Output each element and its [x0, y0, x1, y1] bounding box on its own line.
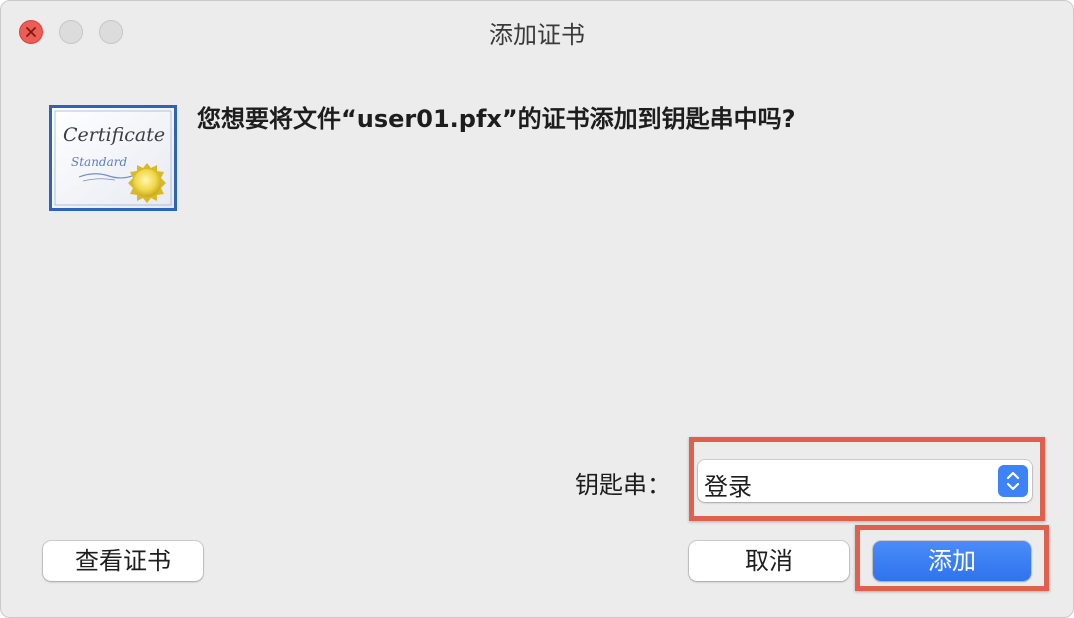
keychain-label: 钥匙串：	[575, 471, 671, 499]
window-title: 添加证书	[489, 21, 585, 49]
svg-text:Standard: Standard	[71, 155, 127, 169]
cancel-button[interactable]: 取消	[689, 541, 849, 581]
certificate-icon: Certificate Standard	[49, 105, 177, 211]
svg-text:Certificate: Certificate	[63, 124, 165, 146]
add-button-highlight-box	[855, 525, 1049, 591]
title-bar: 添加证书	[1, 1, 1073, 61]
confirmation-question: 您想要将文件“user01.pfx”的证书添加到钥匙串中吗?	[197, 105, 796, 133]
view-certificate-button[interactable]: 查看证书	[43, 541, 203, 581]
add-certificate-window: 添加证书 Certificate Standard 您想要将文件“user01.…	[0, 0, 1074, 618]
keychain-select-highlight-box	[689, 437, 1045, 521]
